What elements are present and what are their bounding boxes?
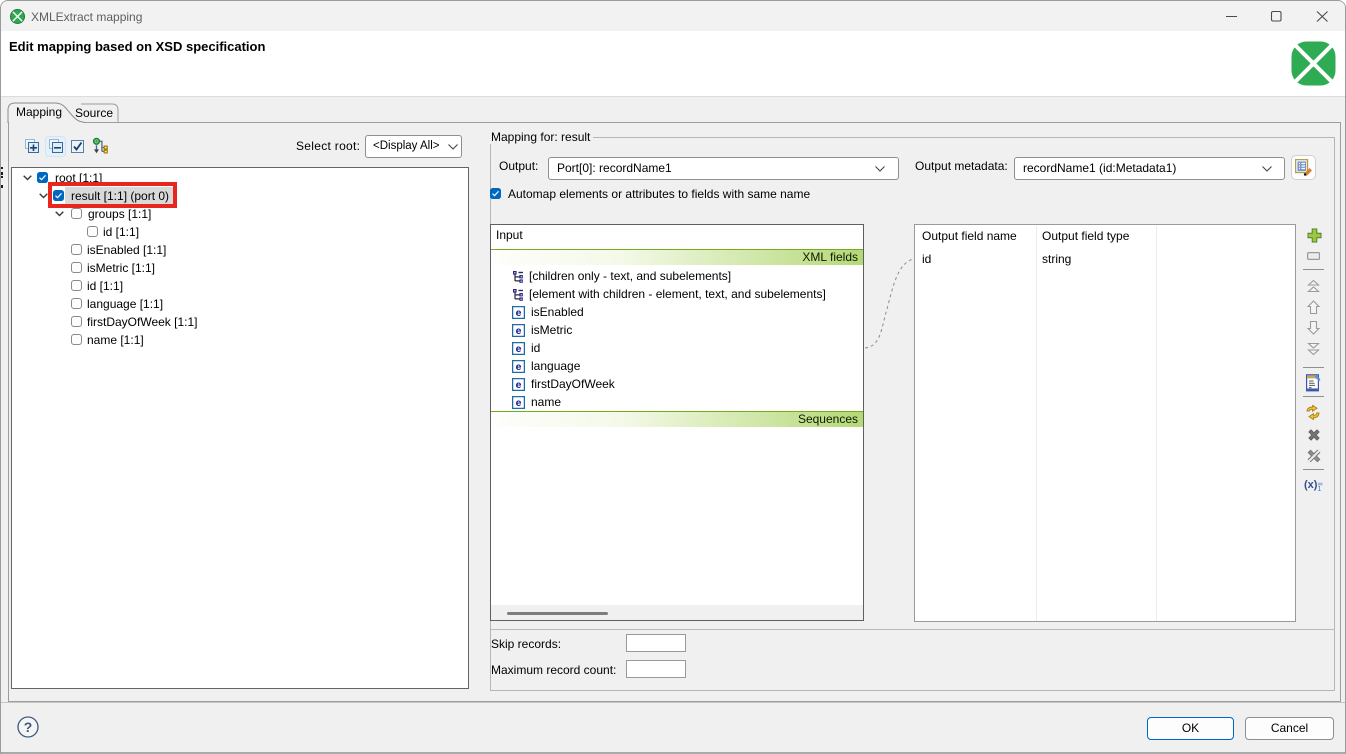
- svg-text:?: ?: [24, 719, 33, 735]
- svg-text:e: e: [516, 307, 522, 319]
- svg-text:e: e: [516, 379, 522, 391]
- svg-text:e: e: [516, 361, 522, 373]
- svg-text:e: e: [516, 325, 522, 337]
- svg-text:e: e: [516, 343, 522, 355]
- svg-text:e: e: [516, 397, 522, 409]
